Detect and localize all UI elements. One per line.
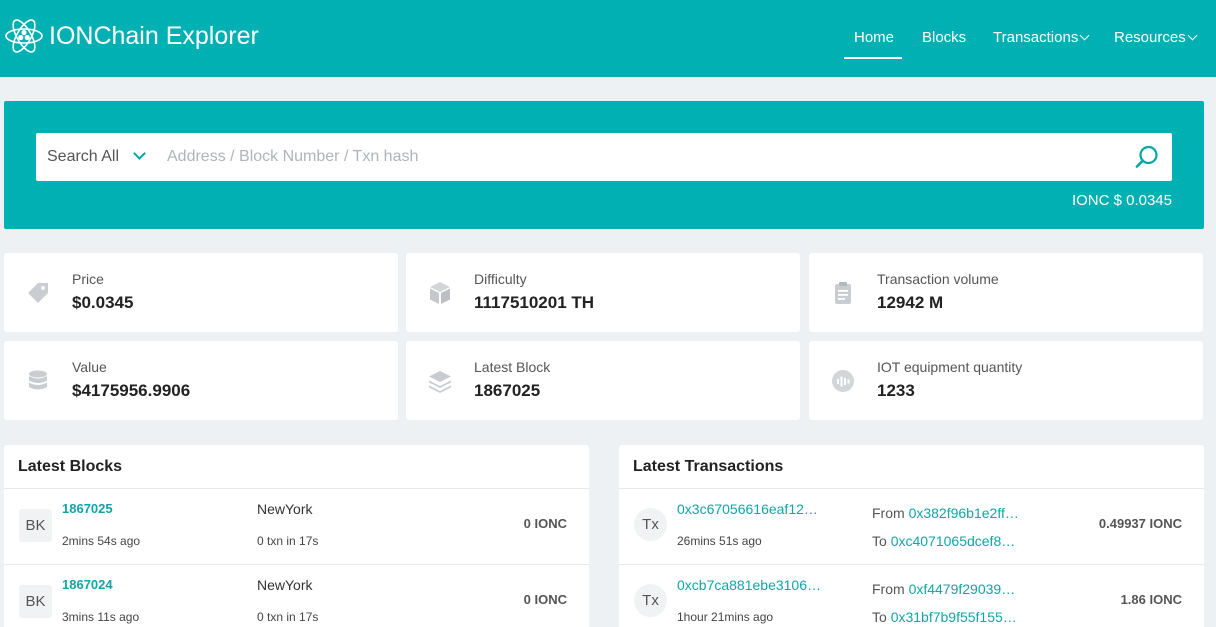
from-label: From bbox=[872, 581, 905, 597]
block-miner: NewYork bbox=[257, 501, 313, 517]
to-address-link[interactable]: 0x31bf7b9f55f155… bbox=[891, 609, 1017, 625]
chevron-down-icon[interactable] bbox=[133, 147, 146, 160]
transaction-from: From 0x382f96b1e2ff… bbox=[872, 505, 1019, 521]
transaction-badge: Tx bbox=[634, 584, 667, 617]
block-age: 3mins 11s ago bbox=[62, 610, 140, 624]
stat-value: 1117510201 TH bbox=[474, 293, 595, 312]
transaction-badge: Tx bbox=[634, 508, 667, 541]
tag-icon bbox=[28, 283, 48, 303]
stat-label: Latest Block bbox=[474, 359, 551, 375]
chevron-down-icon bbox=[1187, 30, 1198, 41]
transaction-amount: 0.49937 IONC bbox=[1098, 516, 1182, 531]
signal-icon bbox=[832, 370, 854, 392]
nav-transactions-label: Transactions bbox=[993, 29, 1079, 46]
transaction-to: To 0x31bf7b9f55f155… bbox=[872, 609, 1017, 625]
stat-label: Transaction volume bbox=[877, 271, 999, 287]
stat-card-value: Value $4175956.9906 bbox=[4, 341, 398, 420]
block-badge: BK bbox=[19, 509, 52, 542]
stat-label: IOT equipment quantity bbox=[877, 359, 1023, 375]
block-row: BK 1867025 2mins 54s ago NewYork 0 txn i… bbox=[4, 489, 589, 565]
nav-home[interactable]: Home bbox=[854, 29, 894, 46]
top-header: IONChain Explorer Home Blocks Transactio… bbox=[0, 0, 1216, 77]
nav-resources[interactable]: Resources bbox=[1114, 29, 1198, 46]
transaction-to: To 0xc4071065dcef8… bbox=[872, 533, 1015, 549]
block-txn-count: 0 txn in 17s bbox=[257, 534, 319, 548]
latest-blocks-panel: Latest Blocks BK 1867025 2mins 54s ago N… bbox=[4, 445, 589, 627]
from-label: From bbox=[872, 505, 905, 521]
nav-blocks[interactable]: Blocks bbox=[922, 29, 966, 46]
panel-title: Latest Blocks bbox=[18, 458, 123, 475]
block-badge: BK bbox=[19, 585, 52, 618]
transaction-age: 26mins 51s ago bbox=[677, 534, 762, 548]
transaction-age: 1hour 21mins ago bbox=[677, 610, 774, 624]
nav-blocks-label: Blocks bbox=[922, 29, 967, 46]
to-label: To bbox=[872, 609, 887, 625]
stat-value: 12942 M bbox=[877, 293, 944, 312]
transaction-hash-link[interactable]: 0xcb7ca881ebe3106… bbox=[677, 577, 821, 593]
nav-home-label: Home bbox=[854, 29, 895, 46]
stat-label: Price bbox=[72, 271, 104, 287]
ionc-price: IONC $ 0.0345 bbox=[1071, 192, 1172, 209]
latest-transactions-panel: Latest Transactions Tx 0x3c67056616eaf12… bbox=[619, 445, 1204, 627]
stat-value: $4175956.9906 bbox=[72, 381, 191, 400]
ionchain-logo-icon[interactable] bbox=[4, 14, 44, 58]
stat-card-transaction-volume: Transaction volume 12942 M bbox=[809, 253, 1203, 332]
nav-transactions[interactable]: Transactions bbox=[993, 29, 1090, 46]
block-number-link[interactable]: 1867024 bbox=[62, 577, 113, 592]
nav-resources-label: Resources bbox=[1114, 29, 1186, 46]
from-address-link[interactable]: 0x382f96b1e2ff… bbox=[909, 505, 1019, 521]
search-input[interactable] bbox=[167, 141, 1117, 173]
nav-active-underline bbox=[844, 57, 902, 59]
to-address-link[interactable]: 0xc4071065dcef8… bbox=[891, 533, 1016, 549]
block-amount: 0 IONC bbox=[523, 592, 567, 607]
block-number-link[interactable]: 1867025 bbox=[62, 501, 113, 516]
clipboard-icon bbox=[835, 282, 851, 304]
transaction-hash-link[interactable]: 0x3c67056616eaf12… bbox=[677, 501, 818, 517]
block-txn-count: 0 txn in 17s bbox=[257, 610, 319, 624]
block-miner: NewYork bbox=[257, 577, 313, 593]
search-scope-dropdown[interactable]: Search All bbox=[47, 148, 119, 166]
brand-title[interactable]: IONChain Explorer bbox=[49, 22, 259, 51]
database-icon bbox=[29, 370, 47, 390]
stat-value: 1233 bbox=[877, 381, 915, 400]
from-address-link[interactable]: 0xf4479f29039… bbox=[909, 581, 1016, 597]
stat-card-price: Price $0.0345 bbox=[4, 253, 398, 332]
stat-card-iot-quantity: IOT equipment quantity 1233 bbox=[809, 341, 1203, 420]
panel-title: Latest Transactions bbox=[633, 458, 784, 475]
stat-label: Value bbox=[72, 359, 107, 375]
stat-card-difficulty: Difficulty 1117510201 TH bbox=[406, 253, 800, 332]
stat-label: Difficulty bbox=[474, 271, 527, 287]
search-bar: Search All bbox=[36, 133, 1172, 181]
to-label: To bbox=[872, 533, 887, 549]
chevron-down-icon bbox=[1079, 30, 1090, 41]
block-age: 2mins 54s ago bbox=[62, 534, 141, 548]
layers-icon bbox=[429, 371, 451, 393]
search-hero: Search All IONC $ 0.0345 bbox=[4, 101, 1204, 229]
block-amount: 0 IONC bbox=[523, 516, 567, 531]
transaction-row: Tx 0x3c67056616eaf12… 26mins 51s ago Fro… bbox=[619, 489, 1204, 565]
block-row: BK 1867024 3mins 11s ago NewYork 0 txn i… bbox=[4, 565, 589, 627]
transaction-row: Tx 0xcb7ca881ebe3106… 1hour 21mins ago F… bbox=[619, 565, 1204, 627]
stat-value: $0.0345 bbox=[72, 293, 134, 312]
stat-card-latest-block: Latest Block 1867025 bbox=[406, 341, 800, 420]
transaction-from: From 0xf4479f29039… bbox=[872, 581, 1015, 597]
stat-value: 1867025 bbox=[474, 381, 541, 400]
transaction-amount: 1.86 IONC bbox=[1120, 592, 1182, 607]
search-icon[interactable] bbox=[1134, 144, 1160, 170]
cube-icon bbox=[430, 282, 450, 304]
